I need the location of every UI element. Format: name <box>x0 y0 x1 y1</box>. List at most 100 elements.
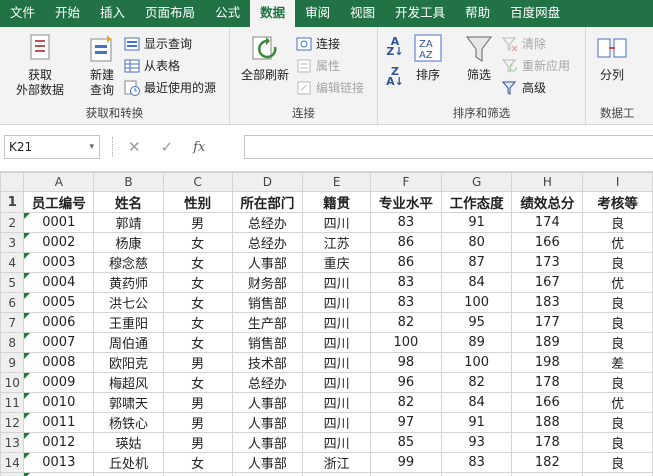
table-cell[interactable]: 王重阳 <box>93 312 164 333</box>
table-cell[interactable]: 83 <box>370 212 442 233</box>
table-cell[interactable]: 84 <box>440 272 513 293</box>
row-number[interactable]: 13 <box>0 432 25 453</box>
header-cell[interactable]: 籍贯 <box>302 191 372 213</box>
table-cell[interactable]: 183 <box>511 292 584 313</box>
table-cell[interactable]: 97 <box>370 412 442 433</box>
table-cell[interactable]: 0007 <box>23 332 95 353</box>
reapply-button[interactable]: 重新应用 <box>501 56 570 76</box>
table-cell[interactable]: 重庆 <box>302 252 372 273</box>
table-cell[interactable]: 丘处机 <box>93 452 164 473</box>
table-cell[interactable]: 梅超风 <box>93 372 164 393</box>
table-cell[interactable]: 女 <box>162 452 233 473</box>
table-cell[interactable]: 人事部 <box>231 412 304 433</box>
table-cell[interactable]: 82 <box>370 312 442 333</box>
header-cell[interactable]: 员工编号 <box>23 191 95 213</box>
row-number[interactable]: 4 <box>0 252 25 273</box>
table-cell[interactable]: 江苏 <box>302 232 372 253</box>
table-cell[interactable]: 人事部 <box>231 392 304 413</box>
clear-filter-button[interactable]: 清除 <box>501 34 546 54</box>
table-cell[interactable]: 0002 <box>23 232 95 253</box>
table-cell[interactable]: 男 <box>162 412 233 433</box>
table-cell[interactable]: 杨康 <box>93 232 164 253</box>
tab-file[interactable]: 文件 <box>0 0 45 27</box>
table-cell[interactable]: 男 <box>162 432 233 453</box>
table-cell[interactable]: 女 <box>162 232 233 253</box>
table-cell[interactable]: 良 <box>582 452 653 473</box>
table-cell[interactable]: 100 <box>440 292 513 313</box>
table-cell[interactable]: 96 <box>370 372 442 393</box>
tab-baidu-netdisk[interactable]: 百度网盘 <box>500 0 570 27</box>
table-cell[interactable]: 0013 <box>23 452 95 473</box>
column-header-B[interactable]: B <box>93 172 164 192</box>
row-number[interactable]: 10 <box>0 372 25 393</box>
tab-insert[interactable]: 插入 <box>90 0 135 27</box>
table-cell[interactable]: 86 <box>370 252 442 273</box>
column-header-I[interactable]: I <box>582 172 653 192</box>
table-cell[interactable]: 女 <box>162 372 233 393</box>
table-cell[interactable]: 黄药师 <box>93 272 164 293</box>
column-header-F[interactable]: F <box>370 172 442 192</box>
table-cell[interactable]: 177 <box>511 312 584 333</box>
table-cell[interactable]: 95 <box>440 312 513 333</box>
filter-button[interactable]: 筛选 <box>462 33 496 83</box>
new-query-button[interactable]: 新建 查询 <box>84 33 120 98</box>
table-cell[interactable]: 女 <box>162 292 233 313</box>
table-cell[interactable]: 93 <box>440 432 513 453</box>
table-cell[interactable]: 总经办 <box>231 212 304 233</box>
table-cell[interactable]: 财务部 <box>231 272 304 293</box>
table-cell[interactable]: 86 <box>370 232 442 253</box>
table-cell[interactable]: 洪七公 <box>93 292 164 313</box>
sort-button[interactable]: ZA AZ 排序 <box>412 33 444 83</box>
advanced-filter-button[interactable]: 高级 <box>501 78 546 98</box>
table-cell[interactable]: 85 <box>370 432 442 453</box>
table-cell[interactable]: 0001 <box>23 212 95 233</box>
table-cell[interactable]: 四川 <box>302 272 372 293</box>
table-cell[interactable]: 郭啸天 <box>93 392 164 413</box>
table-cell[interactable]: 四川 <box>302 432 372 453</box>
table-cell[interactable]: 良 <box>582 472 653 476</box>
table-cell[interactable]: 穆念慈 <box>93 252 164 273</box>
table-cell[interactable]: 销售部 <box>231 292 304 313</box>
table-cell[interactable]: 生产部 <box>231 312 304 333</box>
tab-formulas[interactable]: 公式 <box>205 0 250 27</box>
tab-review[interactable]: 审阅 <box>295 0 340 27</box>
table-cell[interactable]: 100 <box>370 472 442 476</box>
table-cell[interactable]: 0010 <box>23 392 95 413</box>
row-number[interactable]: 5 <box>0 272 25 293</box>
table-cell[interactable]: 100 <box>440 352 513 373</box>
table-cell[interactable]: 人事部 <box>231 452 304 473</box>
row-number[interactable]: 7 <box>0 312 25 333</box>
enter-icon[interactable]: ✓ <box>161 138 174 156</box>
table-cell[interactable]: 四川 <box>302 412 372 433</box>
insert-function-icon[interactable]: fx <box>193 140 205 155</box>
row-number[interactable]: 8 <box>0 332 25 353</box>
row-number[interactable]: 9 <box>0 352 25 373</box>
table-cell[interactable]: 女 <box>162 472 233 476</box>
row-number[interactable]: 12 <box>0 412 25 433</box>
column-header-D[interactable]: D <box>231 172 304 192</box>
table-cell[interactable]: 男 <box>162 352 233 373</box>
table-cell[interactable]: 男 <box>162 212 233 233</box>
formula-input[interactable] <box>244 135 653 159</box>
table-cell[interactable]: 女 <box>162 312 233 333</box>
table-cell[interactable]: 0011 <box>23 412 95 433</box>
table-cell[interactable]: 178 <box>511 372 584 393</box>
table-cell[interactable]: 四川 <box>302 352 372 373</box>
table-cell[interactable]: 女 <box>162 332 233 353</box>
header-cell[interactable]: 姓名 <box>93 191 164 213</box>
table-cell[interactable]: 0004 <box>23 272 95 293</box>
table-cell[interactable]: 杨铁心 <box>93 412 164 433</box>
table-cell[interactable]: 良 <box>582 292 653 313</box>
table-cell[interactable]: 女 <box>162 252 233 273</box>
refresh-all-button[interactable]: 全部刷新 <box>234 33 296 83</box>
table-cell[interactable]: 80 <box>440 232 513 253</box>
recent-sources-button[interactable]: 最近使用的源 <box>124 78 216 98</box>
properties-button[interactable]: 属性 <box>296 56 340 76</box>
tab-help[interactable]: 帮助 <box>455 0 500 27</box>
table-cell[interactable]: 销售部 <box>231 332 304 353</box>
table-cell[interactable]: 良 <box>582 312 653 333</box>
table-cell[interactable]: 182 <box>511 452 584 473</box>
table-cell[interactable]: 87 <box>440 252 513 273</box>
row-number[interactable]: 14 <box>0 452 25 473</box>
row-number[interactable]: 2 <box>0 212 25 233</box>
